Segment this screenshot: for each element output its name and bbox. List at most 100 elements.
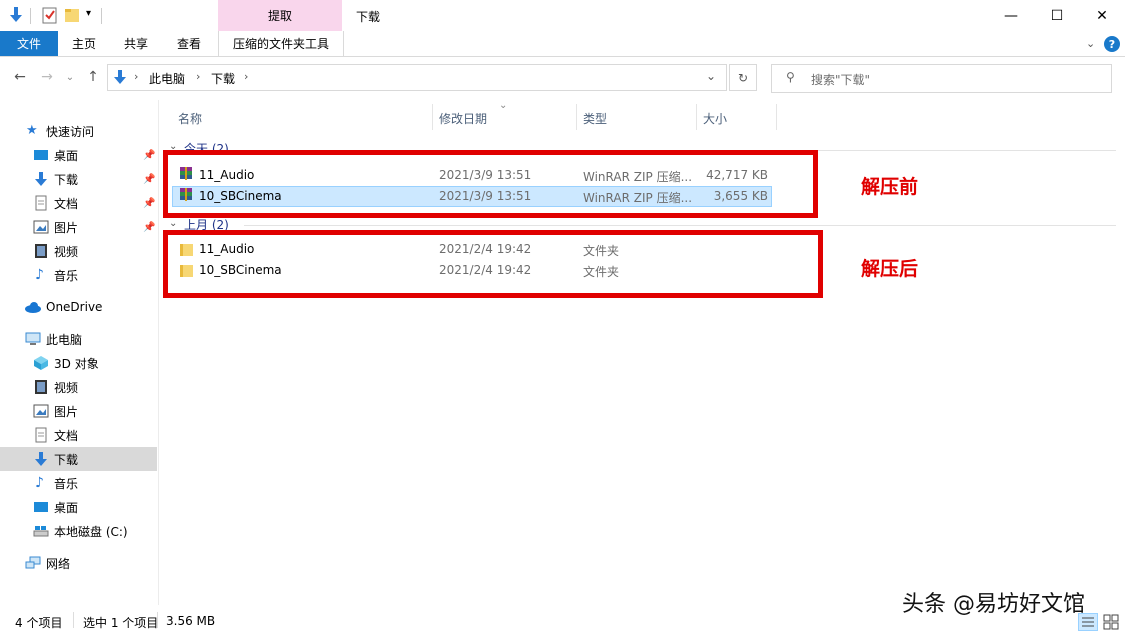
- download-icon: [33, 171, 49, 187]
- sidebar-item-pictures[interactable]: 图片 📌: [0, 215, 157, 239]
- close-button[interactable]: ✕: [1079, 0, 1125, 31]
- breadcrumb-downloads[interactable]: 下载: [211, 70, 235, 87]
- new-folder-icon[interactable]: [64, 6, 80, 24]
- star-icon: ★: [26, 123, 38, 138]
- sidebar-item-label: 文档: [54, 428, 79, 443]
- sidebar-item-label: 视频: [54, 380, 79, 395]
- minimize-button[interactable]: —: [988, 0, 1034, 31]
- sidebar-item-this-pc[interactable]: 此电脑: [0, 327, 157, 351]
- sidebar-item-label: OneDrive: [46, 300, 103, 314]
- column-divider[interactable]: [576, 104, 577, 130]
- column-divider[interactable]: [776, 104, 777, 130]
- forward-arrow-icon[interactable]: →: [38, 68, 56, 86]
- recent-locations-chevron-icon[interactable]: ⌄: [64, 68, 76, 86]
- properties-icon[interactable]: [42, 6, 58, 24]
- maximize-button[interactable]: ☐: [1034, 0, 1080, 31]
- address-history-chevron-icon[interactable]: ⌄: [706, 69, 716, 83]
- sidebar-item-music[interactable]: ♪ 音乐: [0, 263, 157, 287]
- breadcrumb-this-pc[interactable]: 此电脑: [149, 70, 185, 87]
- status-selection: 选中 1 个项目: [83, 616, 159, 630]
- column-divider[interactable]: [432, 104, 433, 130]
- divider: [73, 612, 74, 628]
- sidebar-item-label: 桌面: [54, 148, 79, 163]
- computer-icon: [25, 331, 41, 347]
- collapse-chevron-icon[interactable]: ⌄: [169, 218, 177, 229]
- column-header-size[interactable]: 大小: [703, 106, 727, 130]
- back-arrow-icon[interactable]: ←: [11, 68, 29, 86]
- sidebar-item-3d-objects[interactable]: 3D 对象: [0, 351, 157, 375]
- document-icon: [33, 427, 49, 443]
- sidebar-item-label: 3D 对象: [54, 356, 99, 371]
- search-icon: ⚲: [786, 70, 795, 84]
- annotation-box-before: [163, 150, 818, 218]
- annotation-label-before: 解压前: [861, 176, 919, 198]
- sidebar-item-downloads[interactable]: 下载 📌: [0, 167, 157, 191]
- refresh-button[interactable]: ↻: [729, 64, 757, 91]
- download-folder-icon: [112, 69, 128, 90]
- annotation-box-after: [163, 230, 823, 298]
- sidebar-item-music[interactable]: ♪ 音乐: [0, 471, 157, 495]
- sidebar-item-pictures[interactable]: 图片: [0, 399, 157, 423]
- cube-icon: [33, 355, 49, 371]
- group-divider: [244, 225, 1116, 226]
- sidebar-item-label: 快速访问: [46, 124, 95, 139]
- search-box[interactable]: ⚲ 搜索"下载": [771, 64, 1112, 93]
- sidebar-item-label: 音乐: [54, 476, 79, 491]
- tab-file[interactable]: 文件: [0, 31, 58, 56]
- music-note-icon: ♪: [35, 267, 44, 283]
- pin-icon[interactable]: 📌: [143, 174, 155, 185]
- sidebar-item-videos[interactable]: 视频: [0, 239, 157, 263]
- column-header-date[interactable]: 修改日期: [439, 106, 487, 130]
- sidebar-item-documents[interactable]: 文档 📌: [0, 191, 157, 215]
- sidebar-item-label: 文档: [54, 196, 79, 211]
- pin-icon[interactable]: 📌: [143, 222, 155, 233]
- sidebar-item-documents[interactable]: 文档: [0, 423, 157, 447]
- sidebar-item-label: 下载: [54, 452, 79, 467]
- pin-icon[interactable]: 📌: [143, 198, 155, 209]
- large-icons-view-icon[interactable]: [1102, 613, 1120, 631]
- address-bar[interactable]: › 此电脑 › 下载 › ⌄: [107, 64, 727, 91]
- sidebar-item-local-disk[interactable]: 本地磁盘 (C:): [0, 519, 157, 543]
- sidebar-item-network[interactable]: 网络: [0, 551, 157, 575]
- watermark: 头条 @易坊好文馆: [902, 592, 1085, 617]
- status-selection-size: 3.56 MB: [166, 614, 216, 628]
- tab-compressed-folder-tools[interactable]: 压缩的文件夹工具: [218, 31, 344, 56]
- sidebar-item-label: 桌面: [54, 500, 79, 515]
- divider: [157, 612, 158, 628]
- sort-chevron-icon: ⌄: [499, 100, 508, 111]
- pin-icon[interactable]: 📌: [143, 150, 155, 161]
- sidebar-item-label: 本地磁盘 (C:): [54, 524, 128, 539]
- chevron-right-icon[interactable]: ›: [196, 70, 200, 83]
- desktop-icon: [33, 499, 49, 515]
- tab-home[interactable]: 主页: [62, 31, 106, 56]
- help-icon[interactable]: ?: [1104, 36, 1120, 52]
- expand-ribbon-chevron-icon[interactable]: ⌄: [1086, 37, 1095, 50]
- video-icon: [33, 379, 49, 395]
- column-divider[interactable]: [696, 104, 697, 130]
- chevron-right-icon[interactable]: ›: [134, 70, 138, 83]
- chevron-right-icon[interactable]: ›: [244, 70, 248, 83]
- desktop-icon: [33, 147, 49, 163]
- sidebar-item-onedrive[interactable]: OneDrive: [0, 295, 157, 319]
- sidebar-item-videos[interactable]: 视频: [0, 375, 157, 399]
- tab-view[interactable]: 查看: [167, 31, 211, 56]
- document-icon: [33, 195, 49, 211]
- sidebar-item-desktop[interactable]: 桌面: [0, 495, 157, 519]
- context-tab-header: 提取: [218, 0, 342, 31]
- divider: [101, 8, 102, 24]
- pictures-icon: [33, 403, 49, 419]
- status-item-count: 4 个项目: [15, 616, 63, 630]
- sidebar-item-downloads-selected[interactable]: 下载: [0, 447, 157, 471]
- refresh-icon: ↻: [737, 70, 749, 85]
- column-header-type[interactable]: 类型: [583, 106, 607, 130]
- sidebar-item-label: 图片: [54, 220, 79, 235]
- quick-access-dropdown-icon[interactable]: ▾: [86, 8, 91, 19]
- up-arrow-icon[interactable]: ↑: [84, 68, 102, 86]
- navigation-pane: ★ 快速访问 桌面 📌 下载 📌 文档 📌 图片 📌 视频 ♪ 音乐 OneDr…: [0, 100, 159, 605]
- tab-share[interactable]: 共享: [114, 31, 158, 56]
- sidebar-item-quick-access[interactable]: ★ 快速访问: [0, 119, 157, 143]
- download-folder-icon[interactable]: [8, 6, 24, 24]
- annotation-label-after: 解压后: [861, 258, 919, 280]
- sidebar-item-desktop[interactable]: 桌面 📌: [0, 143, 157, 167]
- column-header-name[interactable]: 名称: [178, 106, 202, 130]
